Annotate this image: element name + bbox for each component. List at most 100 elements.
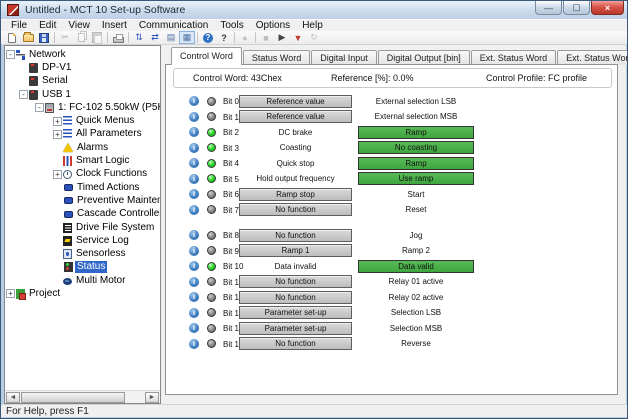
bit-one-button[interactable]: No coasting <box>358 141 474 154</box>
info-icon[interactable]: i <box>189 189 199 199</box>
record-icon[interactable]: ● <box>237 31 253 44</box>
cut-icon[interactable]: ✂ <box>57 31 73 44</box>
info-icon[interactable]: i <box>189 127 199 137</box>
scroll-left-arrow-icon[interactable]: ◄ <box>6 392 20 403</box>
tree-item-cascade-controller[interactable]: Cascade Controller <box>5 208 160 221</box>
scroll-right-arrow-icon[interactable]: ► <box>145 392 159 403</box>
tree-item-sensorless[interactable]: Sensorless <box>5 247 160 260</box>
menu-item-insert[interactable]: Insert <box>96 20 133 32</box>
bit-zero-button[interactable]: Ramp 1 <box>239 244 352 257</box>
info-icon[interactable]: i <box>189 323 199 333</box>
info-icon[interactable]: i <box>189 205 199 215</box>
info-icon[interactable]: i <box>189 261 199 271</box>
stop-icon[interactable]: ■ <box>258 31 274 44</box>
menu-item-communication[interactable]: Communication <box>133 20 214 32</box>
sort-icon[interactable]: ⇅ <box>131 31 147 44</box>
bit-one-button[interactable]: Use ramp <box>358 172 474 185</box>
minimize-button[interactable]: — <box>535 1 562 15</box>
expand-icon[interactable]: + <box>53 170 62 179</box>
expand-icon[interactable]: + <box>6 289 15 298</box>
tab-digital-output-bin[interactable]: Digital Output [bin] <box>378 50 470 65</box>
info-icon[interactable]: i <box>189 308 199 318</box>
tab-digital-input[interactable]: Digital Input <box>311 50 377 65</box>
bit-one-button[interactable]: Ramp <box>358 157 474 170</box>
tree-item-quick-menus[interactable]: +Quick Menus <box>5 114 160 127</box>
print-icon[interactable] <box>110 31 126 44</box>
tree-item-preventive-maintenance[interactable]: Preventive Maintenance <box>5 194 160 207</box>
bit-zero-button[interactable]: No function <box>239 337 352 350</box>
menu-item-view[interactable]: View <box>62 20 96 32</box>
info-icon[interactable]: i <box>189 174 199 184</box>
collapse-icon[interactable]: - <box>35 103 44 112</box>
bit-zero-button[interactable]: No function <box>239 291 352 304</box>
tree-item-timed-actions[interactable]: Timed Actions <box>5 181 160 194</box>
menu-item-tools[interactable]: Tools <box>214 20 249 32</box>
copy-icon[interactable] <box>73 31 89 44</box>
tree-horizontal-scrollbar[interactable]: ◄ ► <box>5 390 160 403</box>
collapse-icon[interactable]: - <box>19 90 28 99</box>
tree-item-service-log[interactable]: Service Log <box>5 234 160 247</box>
bit-zero-button[interactable]: Parameter set-up <box>239 322 352 335</box>
tab-status-word[interactable]: Status Word <box>243 50 310 65</box>
menu-item-help[interactable]: Help <box>296 20 329 32</box>
bit-zero-button[interactable]: Reference value <box>239 110 352 123</box>
filter-icon[interactable]: ⇄ <box>147 31 163 44</box>
table-view-icon[interactable]: ▦ <box>179 31 195 44</box>
menu-item-options[interactable]: Options <box>250 20 296 32</box>
tab-ext-status-word[interactable]: Ext. Status Word <box>471 50 556 65</box>
bit-zero-button[interactable]: Reference value <box>239 95 352 108</box>
tree-item-smart-logic[interactable]: Smart Logic <box>5 154 160 167</box>
info-icon[interactable]: i <box>189 339 199 349</box>
bit-zero-button[interactable]: No function <box>239 203 352 216</box>
tree-item-serial[interactable]: Serial <box>5 75 160 88</box>
read-from-drive-icon[interactable]: ↻ <box>306 31 322 44</box>
bit-one-text: Jog <box>410 231 423 240</box>
scrollbar-thumb[interactable] <box>21 392 125 403</box>
info-icon[interactable]: i <box>189 230 199 240</box>
bit-one-button[interactable]: Ramp <box>358 126 474 139</box>
expand-icon[interactable]: + <box>53 130 62 139</box>
open-file-icon[interactable] <box>20 31 36 44</box>
bit-row-11: iBit 11No functionRelay 01 active <box>166 275 617 289</box>
help-icon[interactable]: ? <box>200 31 216 44</box>
play-icon[interactable]: ▶ <box>274 31 290 44</box>
write-to-drive-icon[interactable]: ▼ <box>290 31 306 44</box>
maximize-button[interactable]: ▢ <box>563 1 590 15</box>
bit-zero-button[interactable]: Parameter set-up <box>239 306 352 319</box>
tree-item-multi-motor[interactable]: Multi Motor <box>5 274 160 287</box>
tree-item-clock-functions[interactable]: +Clock Functions <box>5 168 160 181</box>
menu-item-file[interactable]: File <box>5 20 33 32</box>
menu-item-edit[interactable]: Edit <box>33 20 62 32</box>
bit-zero-button[interactable]: Ramp stop <box>239 188 352 201</box>
bit-zero-button[interactable]: No function <box>239 275 352 288</box>
tab-control-word[interactable]: Control Word <box>171 47 242 65</box>
tree-item-alarms[interactable]: Alarms <box>5 141 160 154</box>
info-icon[interactable]: i <box>189 158 199 168</box>
bit-one-button[interactable]: Data valid <box>358 260 474 273</box>
tree-item-usb-1[interactable]: -USB 1 <box>5 88 160 101</box>
tree-item-dp-v1[interactable]: DP-V1 <box>5 61 160 74</box>
tree-item-network[interactable]: -Network <box>5 48 160 61</box>
info-icon[interactable]: i <box>189 292 199 302</box>
tree-item-drive-file-system[interactable]: Drive File System <box>5 221 160 234</box>
save-file-icon[interactable] <box>36 31 52 44</box>
tree-item-1-fc-102-5-50kw-p5k5-380v[interactable]: -1: FC-102 5.50kW (P5K5) 380V- <box>5 101 160 114</box>
info-icon[interactable]: i <box>189 246 199 256</box>
paste-icon[interactable] <box>89 31 105 44</box>
expand-icon[interactable]: + <box>53 117 62 126</box>
tree-item-project[interactable]: +Project <box>5 287 160 300</box>
info-icon[interactable]: i <box>189 277 199 287</box>
tab-ext-status-word-2[interactable]: Ext. Status Word 2 <box>557 50 628 65</box>
context-help-icon[interactable]: ? <box>216 31 232 44</box>
title-bar[interactable]: Untitled - MCT 10 Set-up Software —▢× <box>1 1 627 19</box>
bit-zero-button[interactable]: No function <box>239 229 352 242</box>
tree-item-all-parameters[interactable]: +All Parameters <box>5 128 160 141</box>
tree-item-status[interactable]: Status <box>5 261 160 274</box>
grid-view-icon[interactable]: ▤ <box>163 31 179 44</box>
close-button[interactable]: × <box>591 1 624 15</box>
info-icon[interactable]: i <box>189 96 199 106</box>
info-icon[interactable]: i <box>189 143 199 153</box>
info-icon[interactable]: i <box>189 112 199 122</box>
new-file-icon[interactable] <box>4 31 20 44</box>
collapse-icon[interactable]: - <box>6 50 15 59</box>
